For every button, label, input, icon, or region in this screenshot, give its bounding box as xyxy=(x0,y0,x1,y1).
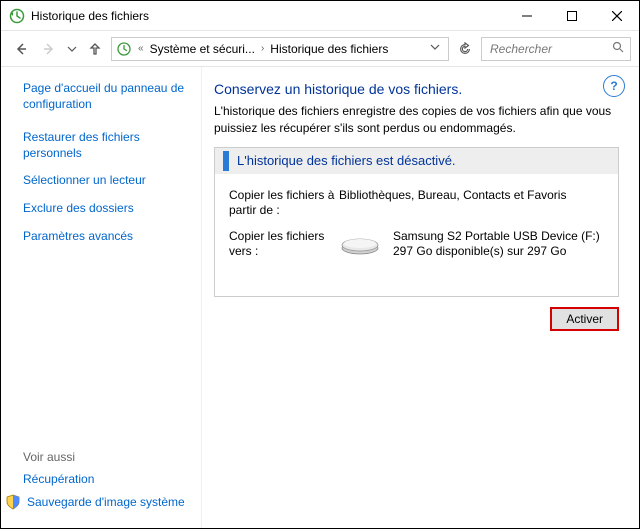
sidebar-link-sysimage[interactable]: Sauvegarde d'image système xyxy=(5,494,193,510)
destination-space: 297 Go disponible(s) sur 297 Go xyxy=(393,244,600,260)
sidebar-link-exclude[interactable]: Exclure des dossiers xyxy=(23,201,193,217)
breadcrumb-icon xyxy=(116,41,132,57)
app-icon xyxy=(9,8,25,24)
page-subtext: L'historique des fichiers enregistre des… xyxy=(214,103,619,137)
breadcrumb-segment-1[interactable]: Système et sécuri... xyxy=(150,42,255,56)
drive-icon xyxy=(339,230,381,258)
status-bar: L'historique des fichiers est désactivé. xyxy=(215,148,618,174)
sidebar-link-recovery-label: Récupération xyxy=(23,472,94,486)
nav-back-button[interactable] xyxy=(9,37,33,61)
sidebar-link-restore[interactable]: Restaurer des fichiers personnels xyxy=(23,130,193,161)
breadcrumb[interactable]: « Système et sécuri... › Historique des … xyxy=(111,37,449,61)
status-accent-bar xyxy=(223,151,229,171)
nav-up-button[interactable] xyxy=(83,37,107,61)
sidebar: Page d'accueil du panneau de configurati… xyxy=(1,67,201,528)
shield-icon xyxy=(5,494,21,510)
search-box[interactable] xyxy=(481,37,631,61)
help-button[interactable]: ? xyxy=(603,75,625,97)
search-input[interactable] xyxy=(488,41,608,57)
close-button[interactable] xyxy=(594,1,639,31)
copy-from-value: Bibliothèques, Bureau, Contacts et Favor… xyxy=(339,188,604,219)
nav-forward-button[interactable] xyxy=(37,37,61,61)
copy-from-label: Copier les fichiers à partir de : xyxy=(229,188,339,219)
chevron-right-icon: › xyxy=(259,43,266,54)
sidebar-link-recovery[interactable]: Récupération xyxy=(23,472,193,486)
copy-to-value: Samsung S2 Portable USB Device (F:) 297 … xyxy=(339,229,604,260)
nav-history-dropdown[interactable] xyxy=(65,37,79,61)
sidebar-link-select-drive[interactable]: Sélectionner un lecteur xyxy=(23,173,193,189)
nav-bar: « Système et sécuri... › Historique des … xyxy=(1,31,639,67)
activate-button[interactable]: Activer xyxy=(550,307,619,331)
status-panel: L'historique des fichiers est désactivé.… xyxy=(214,147,619,297)
maximize-button[interactable] xyxy=(549,1,594,31)
page-heading: Conservez un historique de vos fichiers. xyxy=(214,81,619,97)
see-also-heading: Voir aussi xyxy=(23,450,193,464)
sidebar-link-advanced[interactable]: Paramètres avancés xyxy=(23,229,193,245)
refresh-button[interactable] xyxy=(453,37,477,61)
minimize-button[interactable] xyxy=(504,1,549,31)
sidebar-link-home[interactable]: Page d'accueil du panneau de configurati… xyxy=(23,81,193,112)
window-title: Historique des fichiers xyxy=(31,9,149,23)
sidebar-link-sysimage-label: Sauvegarde d'image système xyxy=(27,495,185,509)
content-area: ? Conservez un historique de vos fichier… xyxy=(201,67,639,528)
breadcrumb-segment-2[interactable]: Historique des fichiers xyxy=(270,42,388,56)
destination-name: Samsung S2 Portable USB Device (F:) xyxy=(393,229,600,245)
breadcrumb-sep: « xyxy=(136,43,146,54)
search-icon xyxy=(612,41,624,56)
title-bar: Historique des fichiers xyxy=(1,1,639,31)
status-text: L'historique des fichiers est désactivé. xyxy=(237,153,456,168)
breadcrumb-dropdown[interactable] xyxy=(426,42,444,55)
copy-to-label: Copier les fichiers vers : xyxy=(229,229,339,260)
